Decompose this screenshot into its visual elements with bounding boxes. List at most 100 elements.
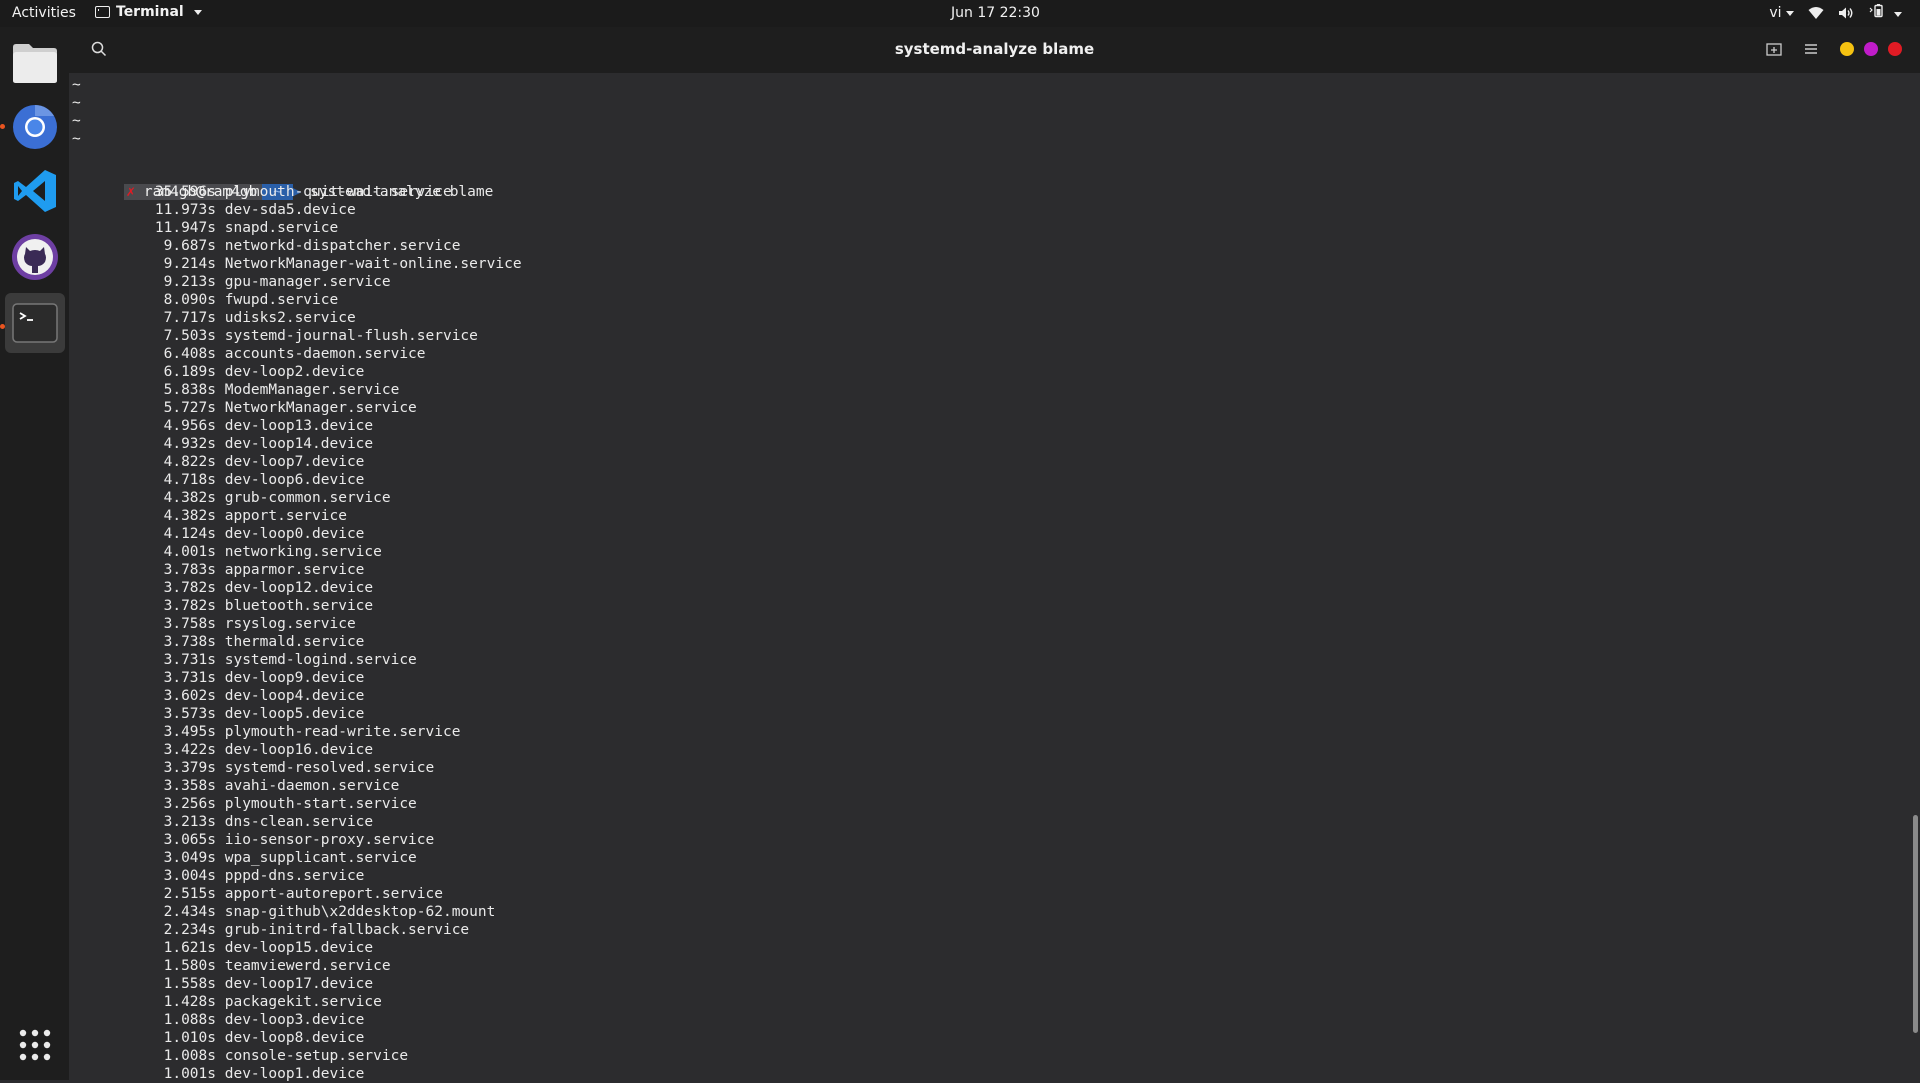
blame-time: 6.408s	[163, 346, 216, 362]
blame-row: 4.718s dev-loop6.device	[72, 471, 365, 489]
chevron-down-icon	[193, 9, 202, 15]
blame-time: 1.008s	[163, 1048, 216, 1064]
header-bar[interactable]: systemd-analyze blame	[69, 27, 1920, 73]
chromium-icon	[13, 105, 57, 149]
blame-row: 4.822s dev-loop7.device	[72, 453, 365, 471]
blame-time: 3.731s	[163, 670, 216, 686]
blame-unit: grub-initrd-fallback.service	[224, 922, 470, 938]
grid-icon	[19, 1029, 51, 1061]
blame-time: 3.065s	[163, 832, 216, 848]
blame-row: 3.358s avahi-daemon.service	[72, 777, 400, 795]
terminal-output[interactable]: ~ ~ ~ ~ ✗ ram4gb@ram4gb ~ ▶ systemd-anal…	[69, 73, 1920, 1082]
blame-unit: wpa_supplicant.service	[224, 850, 417, 866]
blame-row: 3.065s iio-sensor-proxy.service	[72, 831, 435, 849]
terminal-icon	[12, 303, 58, 343]
tilde-line: ~	[72, 77, 81, 93]
blame-unit: dev-loop9.device	[224, 670, 365, 686]
blame-time: 4.001s	[163, 544, 216, 560]
blame-time: 1.088s	[163, 1012, 216, 1028]
blame-unit: dev-loop17.device	[224, 976, 374, 992]
blame-time: 4.718s	[163, 472, 216, 488]
blame-time: 5.727s	[163, 400, 216, 416]
input-method-indicator[interactable]: vi	[1769, 5, 1794, 21]
app-menu-label: Terminal	[116, 4, 184, 20]
activities-button[interactable]: Activities	[12, 5, 76, 21]
wifi-icon[interactable]	[1808, 6, 1824, 20]
blame-row: 3.731s dev-loop9.device	[72, 669, 365, 687]
dock-item-terminal[interactable]	[5, 293, 65, 353]
blame-unit: NetworkManager-wait-online.service	[224, 256, 522, 272]
scrollbar[interactable]	[1913, 815, 1918, 1033]
blame-unit: dev-loop8.device	[224, 1030, 365, 1046]
blame-unit: accounts-daemon.service	[224, 346, 426, 362]
blame-row: 3.602s dev-loop4.device	[72, 687, 365, 705]
blame-unit: dev-loop6.device	[224, 472, 365, 488]
github-icon	[12, 234, 58, 280]
blame-time: 3.738s	[163, 634, 216, 650]
blame-time: 3.495s	[163, 724, 216, 740]
blame-time: 6.189s	[163, 364, 216, 380]
blame-unit: systemd-journal-flush.service	[224, 328, 478, 344]
clock[interactable]: Jun 17 22:30	[951, 5, 1040, 21]
tilde-line: ~	[72, 113, 81, 129]
chevron-down-icon	[1785, 10, 1794, 16]
system-tray[interactable]: vi	[1769, 4, 1902, 22]
blame-row: 5.838s ModemManager.service	[72, 381, 400, 399]
blame-unit: plymouth-start.service	[224, 796, 417, 812]
blame-row: 4.382s apport.service	[72, 507, 347, 525]
hamburger-menu-icon[interactable]	[1804, 43, 1818, 55]
new-tab-icon[interactable]	[1766, 42, 1782, 56]
dock	[0, 27, 69, 1080]
blame-row: 6.189s dev-loop2.device	[72, 363, 365, 381]
blame-row: 3.422s dev-loop16.device	[72, 741, 374, 759]
chevron-down-icon	[1894, 11, 1902, 17]
blame-row: 3.783s apparmor.service	[72, 561, 365, 579]
dock-item-chromium[interactable]	[5, 97, 65, 157]
blame-unit: dev-loop0.device	[224, 526, 365, 542]
blame-time: 8.090s	[163, 292, 216, 308]
blame-row: 1.008s console-setup.service	[72, 1047, 408, 1065]
blame-row: 3.738s thermald.service	[72, 633, 365, 651]
blame-unit: gpu-manager.service	[224, 274, 391, 290]
dock-item-github-desktop[interactable]	[5, 227, 65, 287]
blame-row: 4.382s grub-common.service	[72, 489, 391, 507]
blame-unit: dev-loop5.device	[224, 706, 365, 722]
dock-item-files[interactable]	[5, 33, 65, 93]
blame-time: 3.573s	[163, 706, 216, 722]
blame-unit: bluetooth.service	[224, 598, 374, 614]
minimize-button[interactable]	[1840, 42, 1854, 56]
blame-unit: dev-loop3.device	[224, 1012, 365, 1028]
folder-icon	[13, 44, 57, 83]
blame-time: 4.124s	[163, 526, 216, 542]
blame-unit: snapd.service	[224, 220, 339, 236]
close-button[interactable]	[1888, 42, 1902, 56]
battery-icon	[1869, 4, 1883, 18]
blame-unit: networkd-dispatcher.service	[224, 238, 461, 254]
battery-indicator[interactable]	[1868, 4, 1902, 22]
blame-time: 11.947s	[154, 220, 216, 236]
blame-unit: apport-autoreport.service	[224, 886, 443, 902]
blame-time: 1.558s	[163, 976, 216, 992]
blame-unit: ModemManager.service	[224, 382, 400, 398]
blame-row: 3.495s plymouth-read-write.service	[72, 723, 461, 741]
blame-unit: dev-loop14.device	[224, 436, 374, 452]
blame-unit: dev-sda5.device	[224, 202, 356, 218]
blame-row: 1.621s dev-loop15.device	[72, 939, 374, 957]
blame-row: 35.596s plymouth-quit-wait.service	[72, 183, 452, 201]
input-method-label: vi	[1769, 5, 1782, 21]
blame-row: 3.213s dns-clean.service	[72, 813, 374, 831]
blame-unit: networking.service	[224, 544, 382, 560]
dock-item-vscode[interactable]	[5, 161, 65, 221]
blame-unit: plymouth-quit-wait.service	[224, 184, 452, 200]
show-applications-button[interactable]	[5, 1015, 65, 1075]
blame-row: 3.049s wpa_supplicant.service	[72, 849, 417, 867]
blame-row: 2.434s snap-github\x2ddesktop-62.mount	[72, 903, 496, 921]
app-menu[interactable]: Terminal	[95, 4, 202, 20]
volume-icon[interactable]	[1838, 6, 1854, 20]
blame-time: 3.379s	[163, 760, 216, 776]
maximize-button[interactable]	[1864, 42, 1878, 56]
blame-row: 2.515s apport-autoreport.service	[72, 885, 443, 903]
blame-time: 2.234s	[163, 922, 216, 938]
blame-time: 3.256s	[163, 796, 216, 812]
blame-time: 3.782s	[163, 598, 216, 614]
